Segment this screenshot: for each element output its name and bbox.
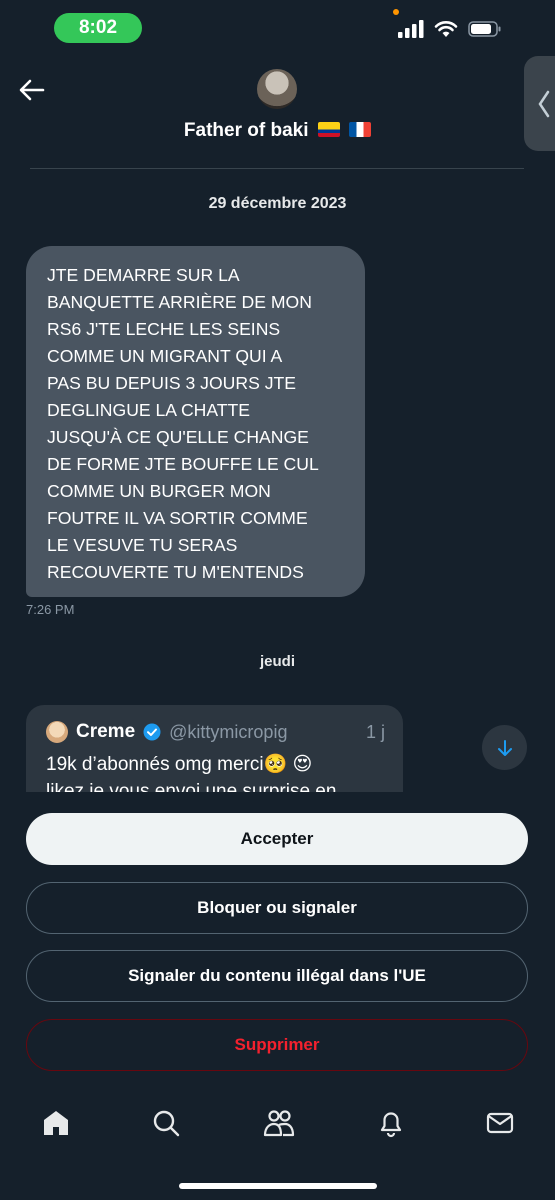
delete-button[interactable]: Supprimer	[26, 1019, 528, 1071]
tab-notifications[interactable]	[373, 1105, 409, 1141]
communities-icon	[263, 1110, 295, 1137]
tab-communities[interactable]	[261, 1105, 297, 1141]
contact-name-row[interactable]: Father of baki	[0, 120, 555, 142]
block-report-button[interactable]: Bloquer ou signaler	[26, 882, 528, 934]
tab-home[interactable]	[38, 1105, 74, 1141]
post-author-avatar	[46, 721, 68, 743]
france-flag-icon	[349, 122, 372, 137]
wifi-icon	[434, 21, 458, 37]
back-arrow-icon	[19, 79, 45, 101]
post-age: 1 j	[365, 721, 385, 742]
post-author-handle: @kittymicropig	[169, 721, 288, 742]
home-icon	[44, 1111, 68, 1135]
post-author-name: Creme	[76, 721, 136, 742]
privacy-indicator-dot	[393, 9, 399, 15]
scroll-to-bottom-button[interactable]	[482, 725, 527, 770]
date-separator: 29 décembre 2023	[208, 195, 347, 212]
messages-icon	[486, 1112, 514, 1134]
search-icon	[153, 1110, 180, 1137]
battery-icon	[468, 21, 501, 37]
tab-messages[interactable]	[482, 1105, 518, 1141]
report-illegal-content-button[interactable]: Signaler du contenu illégal dans l'UE	[26, 950, 528, 1002]
message-bubble[interactable]: JTE DEMARRE SUR LA BANQUETTE ARRIÈRE DE …	[26, 246, 365, 597]
back-button[interactable]	[18, 76, 46, 104]
contact-name: Father of baki	[183, 120, 309, 141]
message-timestamp: 7:26 PM	[26, 602, 75, 617]
status-icons	[398, 20, 502, 38]
chevron-left-icon	[538, 90, 550, 117]
side-panel-handle[interactable]	[524, 56, 555, 151]
shared-post-card[interactable]: Creme @kittymicropig 1 j 19k d’abonnés o…	[26, 705, 403, 795]
tab-search[interactable]	[148, 1105, 184, 1141]
accept-button[interactable]: Accepter	[26, 813, 528, 865]
colombia-flag-icon	[317, 122, 340, 137]
header-divider	[30, 168, 524, 169]
home-indicator[interactable]	[179, 1183, 377, 1189]
cellular-signal-icon	[398, 20, 424, 38]
arrow-down-icon	[497, 739, 512, 756]
day-separator: jeudi	[259, 653, 295, 670]
verified-badge-icon	[143, 723, 161, 741]
notifications-icon	[380, 1112, 402, 1138]
avatar[interactable]	[257, 69, 297, 109]
shared-post-header: Creme @kittymicropig 1 j	[46, 721, 385, 743]
status-time: 8:02	[54, 13, 142, 43]
post-text: 19k d’abonnés omg merci🥺 😍 likez je vous…	[46, 754, 337, 795]
